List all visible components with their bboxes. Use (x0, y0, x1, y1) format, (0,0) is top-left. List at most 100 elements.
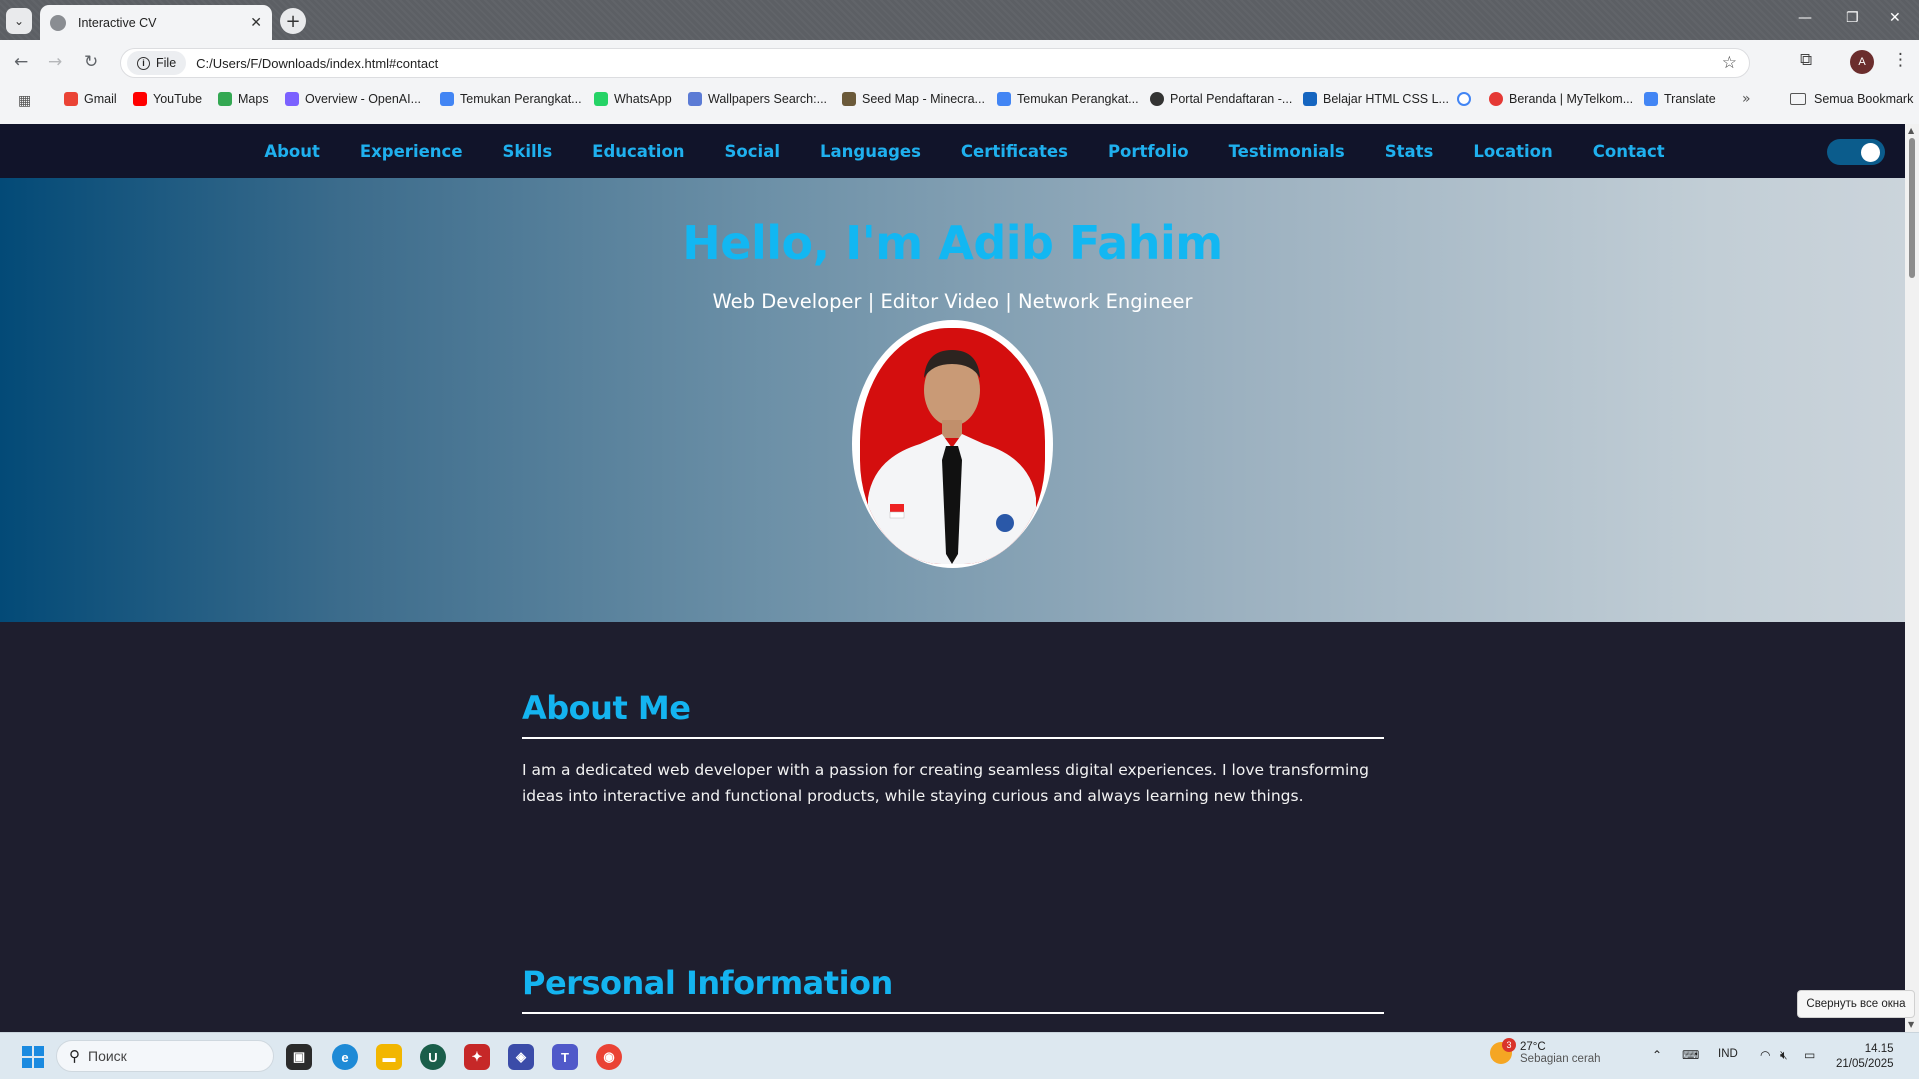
toggle-knob (1861, 143, 1880, 162)
edge-icon[interactable]: e (332, 1044, 358, 1070)
windows-start-icon[interactable] (22, 1046, 44, 1068)
nav-link-location[interactable]: Location (1473, 142, 1552, 161)
bookmark-item[interactable]: Beranda | MyTelkom... (1489, 92, 1633, 106)
minimize-icon[interactable]: — (1798, 10, 1812, 26)
bookmark-item[interactable]: Maps (218, 92, 269, 106)
address-bar[interactable]: i File C:/Users/F/Downloads/index.html#c… (120, 48, 1750, 78)
nav-link-certificates[interactable]: Certificates (961, 142, 1068, 161)
new-tab-button[interactable]: + (280, 8, 306, 34)
teams-icon[interactable]: T (552, 1044, 578, 1070)
weather-widget[interactable]: 3 27°C Sebagian cerah (1490, 1038, 1601, 1065)
bookmark-item[interactable]: Temukan Perangkat... (440, 92, 582, 106)
more-menu-icon[interactable]: ⋮ (1892, 50, 1909, 70)
section-divider (522, 737, 1384, 739)
nav-link-social[interactable]: Social (725, 142, 780, 161)
nav-link-experience[interactable]: Experience (360, 142, 463, 161)
close-tab-icon[interactable]: ✕ (250, 15, 262, 31)
bookmark-item[interactable]: YouTube (133, 92, 202, 106)
show-desktop-tooltip: Свернуть все окна (1797, 990, 1915, 1018)
browser-tab-active[interactable]: Interactive CV ✕ (40, 5, 272, 40)
browser-toolbar: ← → ↻ i File C:/Users/F/Downloads/index.… (0, 40, 1919, 124)
bookmark-item[interactable]: Gmail (64, 92, 117, 106)
profile-avatar[interactable]: A (1850, 50, 1874, 74)
site-chip-label: File (156, 56, 177, 70)
nav-link-skills[interactable]: Skills (503, 142, 553, 161)
nav-item-testimonials: Testimonials (1229, 142, 1345, 161)
person-portrait-icon (868, 350, 1036, 564)
scroll-up-icon[interactable]: ▲ (1908, 126, 1914, 135)
nav-link-testimonials[interactable]: Testimonials (1229, 142, 1345, 161)
bookmark-item[interactable]: Overview - OpenAI... (285, 92, 421, 106)
forward-icon[interactable]: → (48, 52, 62, 72)
task-view-icon[interactable]: ▣ (286, 1044, 312, 1070)
chevron-double-right-icon[interactable]: » (1742, 91, 1751, 107)
bookmarks-bar: ▦ Gmail YouTube Maps Overview - OpenAI..… (0, 86, 1919, 114)
url-text[interactable]: C:/Users/F/Downloads/index.html#contact (196, 56, 1722, 71)
extensions-icon[interactable]: ⧉ (1800, 50, 1812, 70)
battery-icon[interactable]: ▭ (1804, 1048, 1815, 1062)
scroll-down-icon[interactable]: ▼ (1908, 1020, 1914, 1029)
bookmark-item[interactable]: WhatsApp (594, 92, 672, 106)
nav-link-about[interactable]: About (264, 142, 320, 161)
wifi-icon[interactable]: ◠ (1760, 1048, 1770, 1062)
upwork-icon[interactable]: U (420, 1044, 446, 1070)
bookmark-item[interactable]: Seed Map - Minecra... (842, 92, 985, 106)
bookmark-star-icon[interactable]: ☆ (1722, 53, 1737, 73)
bookmark-item[interactable]: Temukan Perangkat... (997, 92, 1139, 106)
nav-link-education[interactable]: Education (592, 142, 684, 161)
bookmark-item[interactable]: Translate (1644, 92, 1716, 106)
bookmark-item[interactable] (1457, 92, 1477, 106)
find-device-icon (997, 92, 1011, 106)
hero-section: Hello, I'm Adib Fahim Web Developer | Ed… (0, 178, 1905, 622)
nav-item-portfolio: Portfolio (1108, 142, 1189, 161)
profile-photo (852, 320, 1053, 568)
portal-icon (1150, 92, 1164, 106)
google-icon (1457, 92, 1471, 106)
scroll-thumb[interactable] (1909, 138, 1915, 278)
nav-item-social: Social (725, 142, 780, 161)
weather-temp: 27°C (1520, 1041, 1546, 1053)
tray-overflow-icon[interactable]: ⌃ (1652, 1048, 1662, 1062)
restore-icon[interactable]: ❐ (1846, 10, 1859, 26)
file-explorer-icon[interactable]: ▬ (376, 1044, 402, 1070)
reload-icon[interactable]: ↻ (84, 52, 98, 72)
nav-link-stats[interactable]: Stats (1385, 142, 1434, 161)
chevron-down-icon: ⌄ (13, 14, 25, 28)
nav-link-portfolio[interactable]: Portfolio (1108, 142, 1189, 161)
volume-muted-icon[interactable]: 🔇︎ (1780, 1048, 1788, 1063)
nav-item-contact: Contact (1593, 142, 1665, 161)
weather-desc: Sebagian cerah (1520, 1053, 1601, 1065)
nav-link-languages[interactable]: Languages (820, 142, 921, 161)
seedmap-icon (842, 92, 856, 106)
page-scrollbar[interactable]: ▲ ▼ (1905, 124, 1919, 1032)
input-language[interactable]: IND (1718, 1048, 1738, 1060)
personal-info-section: Personal Information (522, 964, 1384, 1014)
bookmark-item[interactable]: Wallpapers Search:... (688, 92, 827, 106)
info-icon: i (137, 56, 150, 70)
wallpapers-icon (688, 92, 702, 106)
chrome-icon[interactable]: ◉ (596, 1044, 622, 1070)
nav-item-stats: Stats (1385, 142, 1434, 161)
find-device-icon (440, 92, 454, 106)
system-clock[interactable]: 14.15 21/05/2025 (1836, 1042, 1894, 1072)
dark-mode-toggle[interactable] (1827, 139, 1885, 165)
taskbar-search[interactable]: ⚲ Поиск (56, 1040, 274, 1072)
nav-link-contact[interactable]: Contact (1593, 142, 1665, 161)
openai-icon (285, 92, 299, 106)
apps-grid-icon[interactable]: ▦ (18, 93, 31, 109)
page-viewport: About Experience Skills Education Social Lang… (0, 124, 1905, 1032)
vpn-icon[interactable]: ◈ (508, 1044, 534, 1070)
tab-search-button[interactable]: ⌄ (6, 8, 32, 34)
site-info-chip[interactable]: i File (127, 51, 187, 75)
davinci-icon[interactable]: ✦ (464, 1044, 490, 1070)
weather-sun-icon: 3 (1490, 1038, 1516, 1064)
nav-item-languages: Languages (820, 142, 921, 161)
back-icon[interactable]: ← (14, 52, 28, 72)
clock-date: 21/05/2025 (1836, 1058, 1894, 1070)
close-window-icon[interactable]: ✕ (1889, 10, 1901, 26)
bookmark-item[interactable]: Belajar HTML CSS L... (1303, 92, 1449, 106)
bookmark-item[interactable]: Portal Pendaftaran -... (1150, 92, 1292, 106)
browser-tab-strip: ⌄ Interactive CV ✕ + — ❐ ✕ (0, 0, 1919, 40)
keyboard-icon[interactable]: ⌨ (1682, 1048, 1699, 1062)
all-bookmarks-button[interactable]: Semua Bookmark (1790, 92, 1913, 106)
